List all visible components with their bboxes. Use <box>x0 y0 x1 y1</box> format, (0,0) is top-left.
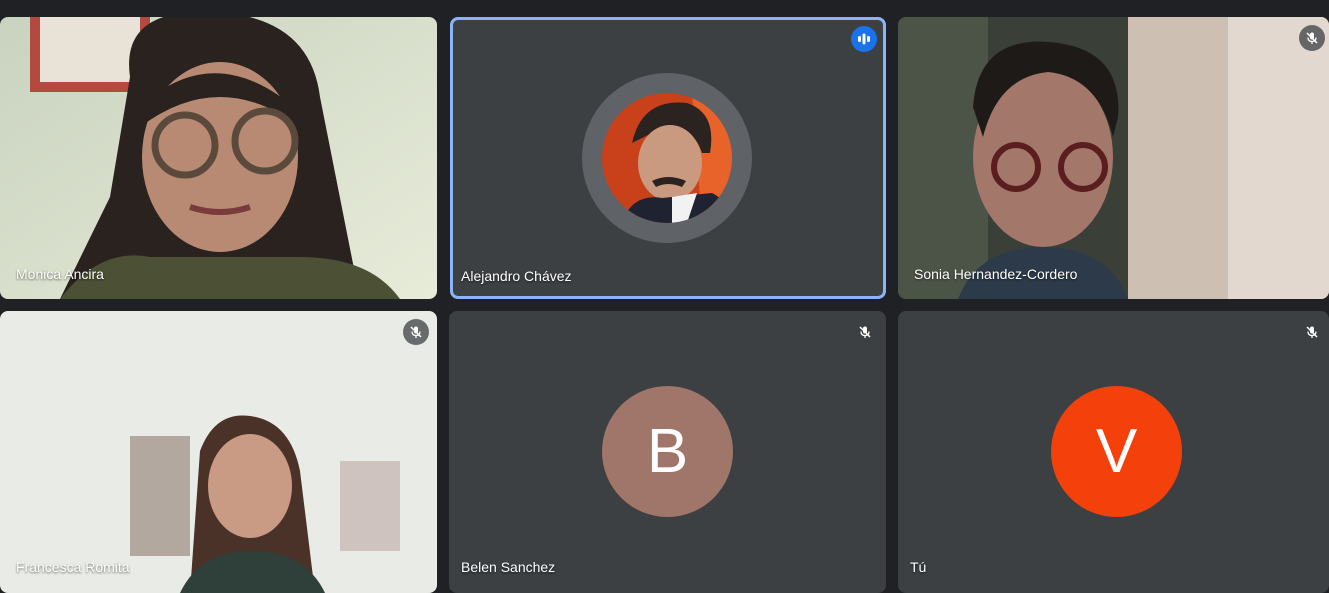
avatar: V <box>1051 386 1182 517</box>
avatar: B <box>602 386 733 517</box>
participant-video <box>0 17 437 299</box>
speaking-indicator <box>851 26 877 52</box>
participant-tile-belen-sanchez[interactable]: B Belen Sanchez <box>449 311 886 593</box>
participant-video <box>898 17 1329 299</box>
participant-tile-sonia-hernandez-cordero[interactable]: Sonia Hernandez-Cordero <box>898 17 1329 299</box>
avatar <box>602 93 732 223</box>
mic-off-icon <box>1306 326 1318 338</box>
mic-off-badge <box>1299 319 1325 345</box>
participant-name: Monica Ancira <box>16 266 104 282</box>
mic-off-icon <box>1306 32 1318 44</box>
mic-off-badge <box>1299 25 1325 51</box>
mic-off-badge <box>403 319 429 345</box>
mic-off-icon <box>859 326 871 338</box>
participant-name: Sonia Hernandez-Cordero <box>914 266 1078 282</box>
participant-tile-monica-ancira[interactable]: Monica Ancira <box>0 17 437 299</box>
participant-tile-francesca-romita[interactable]: Francesca Romita <box>0 311 437 593</box>
avatar-ring <box>582 73 752 243</box>
participant-tile-self[interactable]: V Tú <box>898 311 1329 593</box>
participant-name: Tú <box>910 559 927 575</box>
participant-name: Belen Sanchez <box>461 559 556 575</box>
participant-name: Alejandro Chávez <box>461 268 572 284</box>
mic-off-badge <box>852 319 878 345</box>
mic-off-icon <box>410 326 422 338</box>
participant-tile-alejandro-chavez[interactable]: Alejandro Chávez <box>450 17 886 299</box>
audio-level-icon <box>858 33 870 45</box>
participant-video <box>0 311 437 593</box>
participant-name: Francesca Romita <box>16 559 130 575</box>
